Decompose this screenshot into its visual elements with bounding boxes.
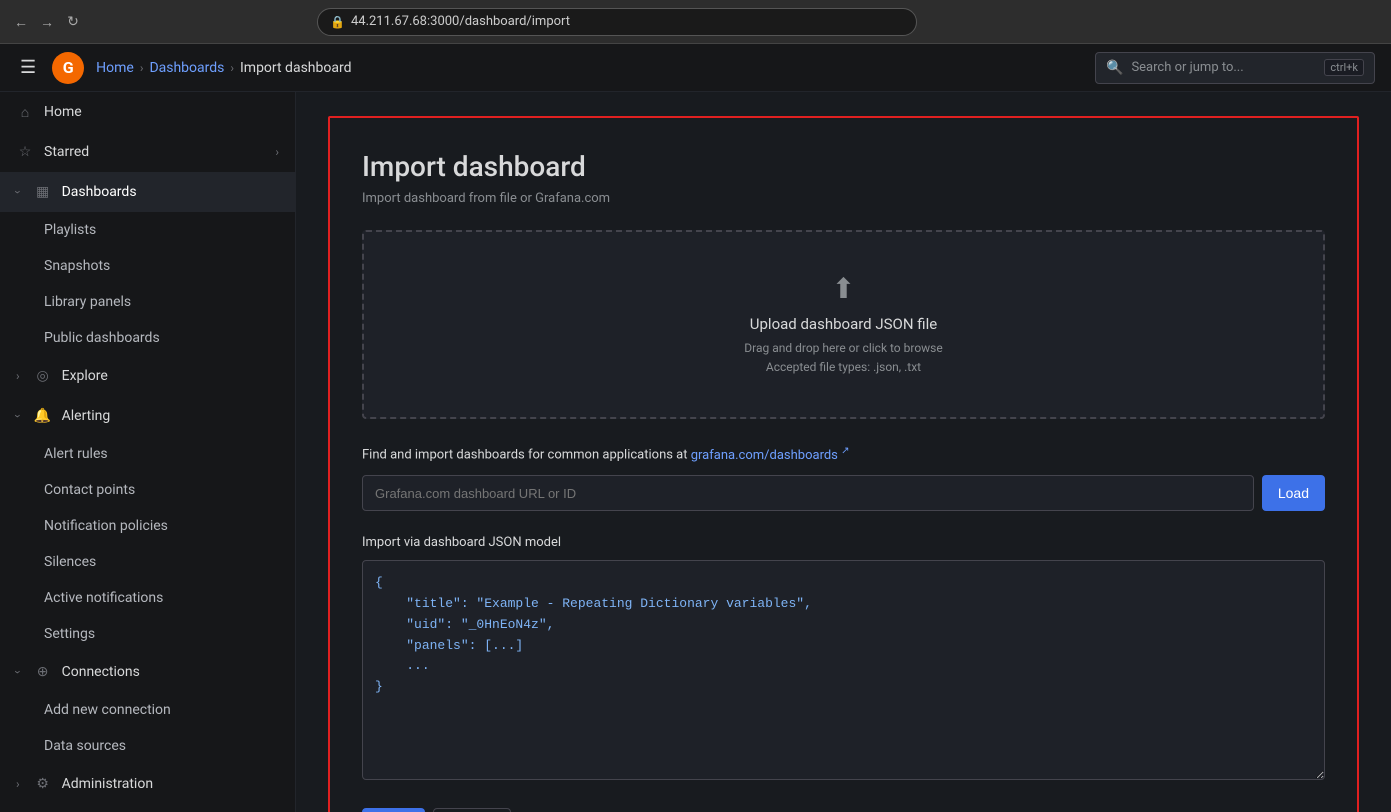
sidebar-item-dashboards-label: Dashboards (62, 184, 137, 200)
grafana-logo: G (52, 52, 84, 84)
sidebar-item-administration-label: Administration (62, 776, 153, 792)
json-model-label: Import via dashboard JSON model (362, 535, 1325, 550)
upload-hint-line1: Drag and drop here or click to browse (744, 341, 942, 355)
sidebar-child-active-notifications[interactable]: Active notifications (0, 580, 295, 616)
sidebar-child-snapshots[interactable]: Snapshots (0, 248, 295, 284)
upload-icon: ⬆ (388, 272, 1299, 305)
admin-icon: ⚙ (34, 775, 52, 793)
json-textarea[interactable]: { "title": "Example - Repeating Dictiona… (362, 560, 1325, 780)
refresh-button[interactable]: ↻ (64, 13, 82, 31)
sidebar-item-administration[interactable]: › ⚙ Administration (0, 764, 295, 804)
alerting-icon: 🔔 (34, 407, 52, 425)
sidebar-item-home[interactable]: ⌂ Home (0, 92, 295, 132)
sidebar-item-home-label: Home (44, 104, 82, 120)
grafana-dashboards-link[interactable]: grafana.com/dashboards ↗ (691, 448, 850, 463)
breadcrumb-sep-2: › (230, 61, 234, 75)
search-placeholder: Search or jump to... (1131, 60, 1243, 75)
sidebar-child-data-sources[interactable]: Data sources (0, 728, 295, 764)
address-bar[interactable]: 🔒 44.211.67.68:3000/dashboard/import (317, 8, 917, 36)
sidebar-child-playlists[interactable]: Playlists (0, 212, 295, 248)
address-text: 44.211.67.68:3000/dashboard/import (351, 14, 570, 29)
load-button[interactable]: Load (362, 808, 425, 812)
url-input[interactable] (362, 475, 1254, 511)
sidebar-child-silences[interactable]: Silences (0, 544, 295, 580)
sidebar-item-explore-label: Explore (62, 368, 108, 384)
sidebar-item-starred[interactable]: ☆ Starred › (0, 132, 295, 172)
top-nav: ☰ G Home › Dashboards › Import dashboard… (0, 44, 1391, 92)
json-model-section: Import via dashboard JSON model { "title… (362, 535, 1325, 784)
upload-hint-line2: Accepted file types: .json, .txt (766, 360, 921, 374)
find-import-section: Find and import dashboards for common ap… (362, 443, 1325, 511)
starred-chevron-icon: › (275, 145, 279, 159)
connections-expand-icon: › (11, 670, 25, 674)
alerting-expand-icon: › (11, 414, 25, 418)
star-icon: ☆ (16, 143, 34, 161)
cancel-button[interactable]: Cancel (433, 808, 511, 812)
connections-icon: ⊕ (34, 663, 52, 681)
sidebar-child-add-connection[interactable]: Add new connection (0, 692, 295, 728)
breadcrumb-current: Import dashboard (240, 60, 352, 76)
explore-expand-icon: › (16, 369, 20, 383)
sidebar-item-connections-label: Connections (62, 664, 140, 680)
hamburger-button[interactable]: ☰ (16, 53, 40, 82)
home-icon: ⌂ (16, 103, 34, 121)
sidebar-item-connections[interactable]: › ⊕ Connections (0, 652, 295, 692)
app-layout: ⌂ Home ☆ Starred › › ▦ Dashboards Playli… (0, 92, 1391, 812)
page-subtitle: Import dashboard from file or Grafana.co… (362, 191, 1325, 206)
content-area: Import dashboard Import dashboard from f… (328, 116, 1359, 812)
sidebar-item-starred-label: Starred (44, 144, 89, 160)
main-content: Import dashboard Import dashboard from f… (296, 92, 1391, 812)
forward-button[interactable]: → (38, 13, 56, 31)
dashboards-expand-icon: › (11, 190, 25, 194)
sidebar-child-alert-rules[interactable]: Alert rules (0, 436, 295, 472)
sidebar-child-alerting-settings[interactable]: Settings (0, 616, 295, 652)
upload-hint: Drag and drop here or click to browse Ac… (388, 339, 1299, 377)
upload-title: Upload dashboard JSON file (388, 315, 1299, 333)
upload-area[interactable]: ⬆ Upload dashboard JSON file Drag and dr… (362, 230, 1325, 419)
explore-icon: ◎ (34, 367, 52, 385)
url-load-button[interactable]: Load (1262, 475, 1325, 511)
sidebar-child-library-panels[interactable]: Library panels (0, 284, 295, 320)
import-label: Find and import dashboards for common ap… (362, 443, 1325, 465)
page-title: Import dashboard (362, 150, 1325, 183)
sidebar-item-explore[interactable]: › ◎ Explore (0, 356, 295, 396)
search-icon: 🔍 (1106, 60, 1123, 76)
sidebar-child-notification-policies[interactable]: Notification policies (0, 508, 295, 544)
back-button[interactable]: ← (12, 13, 30, 31)
url-input-row: Load (362, 475, 1325, 511)
security-icon: 🔒 (330, 15, 345, 29)
breadcrumb: Home › Dashboards › Import dashboard (96, 60, 351, 76)
sidebar-child-contact-points[interactable]: Contact points (0, 472, 295, 508)
search-bar[interactable]: 🔍 Search or jump to... ctrl+k (1095, 52, 1375, 84)
sidebar-item-alerting[interactable]: › 🔔 Alerting (0, 396, 295, 436)
search-shortcut-badge: ctrl+k (1324, 59, 1364, 76)
breadcrumb-dashboards[interactable]: Dashboards (149, 60, 224, 76)
dashboards-icon: ▦ (34, 183, 52, 201)
breadcrumb-home[interactable]: Home (96, 60, 134, 76)
sidebar-item-dashboards[interactable]: › ▦ Dashboards (0, 172, 295, 212)
sidebar: ⌂ Home ☆ Starred › › ▦ Dashboards Playli… (0, 92, 296, 812)
breadcrumb-sep-1: › (140, 61, 144, 75)
browser-chrome: ← → ↻ 🔒 44.211.67.68:3000/dashboard/impo… (0, 0, 1391, 44)
admin-expand-icon: › (16, 777, 20, 791)
action-buttons: Load Cancel (362, 808, 1325, 812)
sidebar-child-public-dashboards[interactable]: Public dashboards (0, 320, 295, 356)
sidebar-item-alerting-label: Alerting (62, 408, 111, 424)
